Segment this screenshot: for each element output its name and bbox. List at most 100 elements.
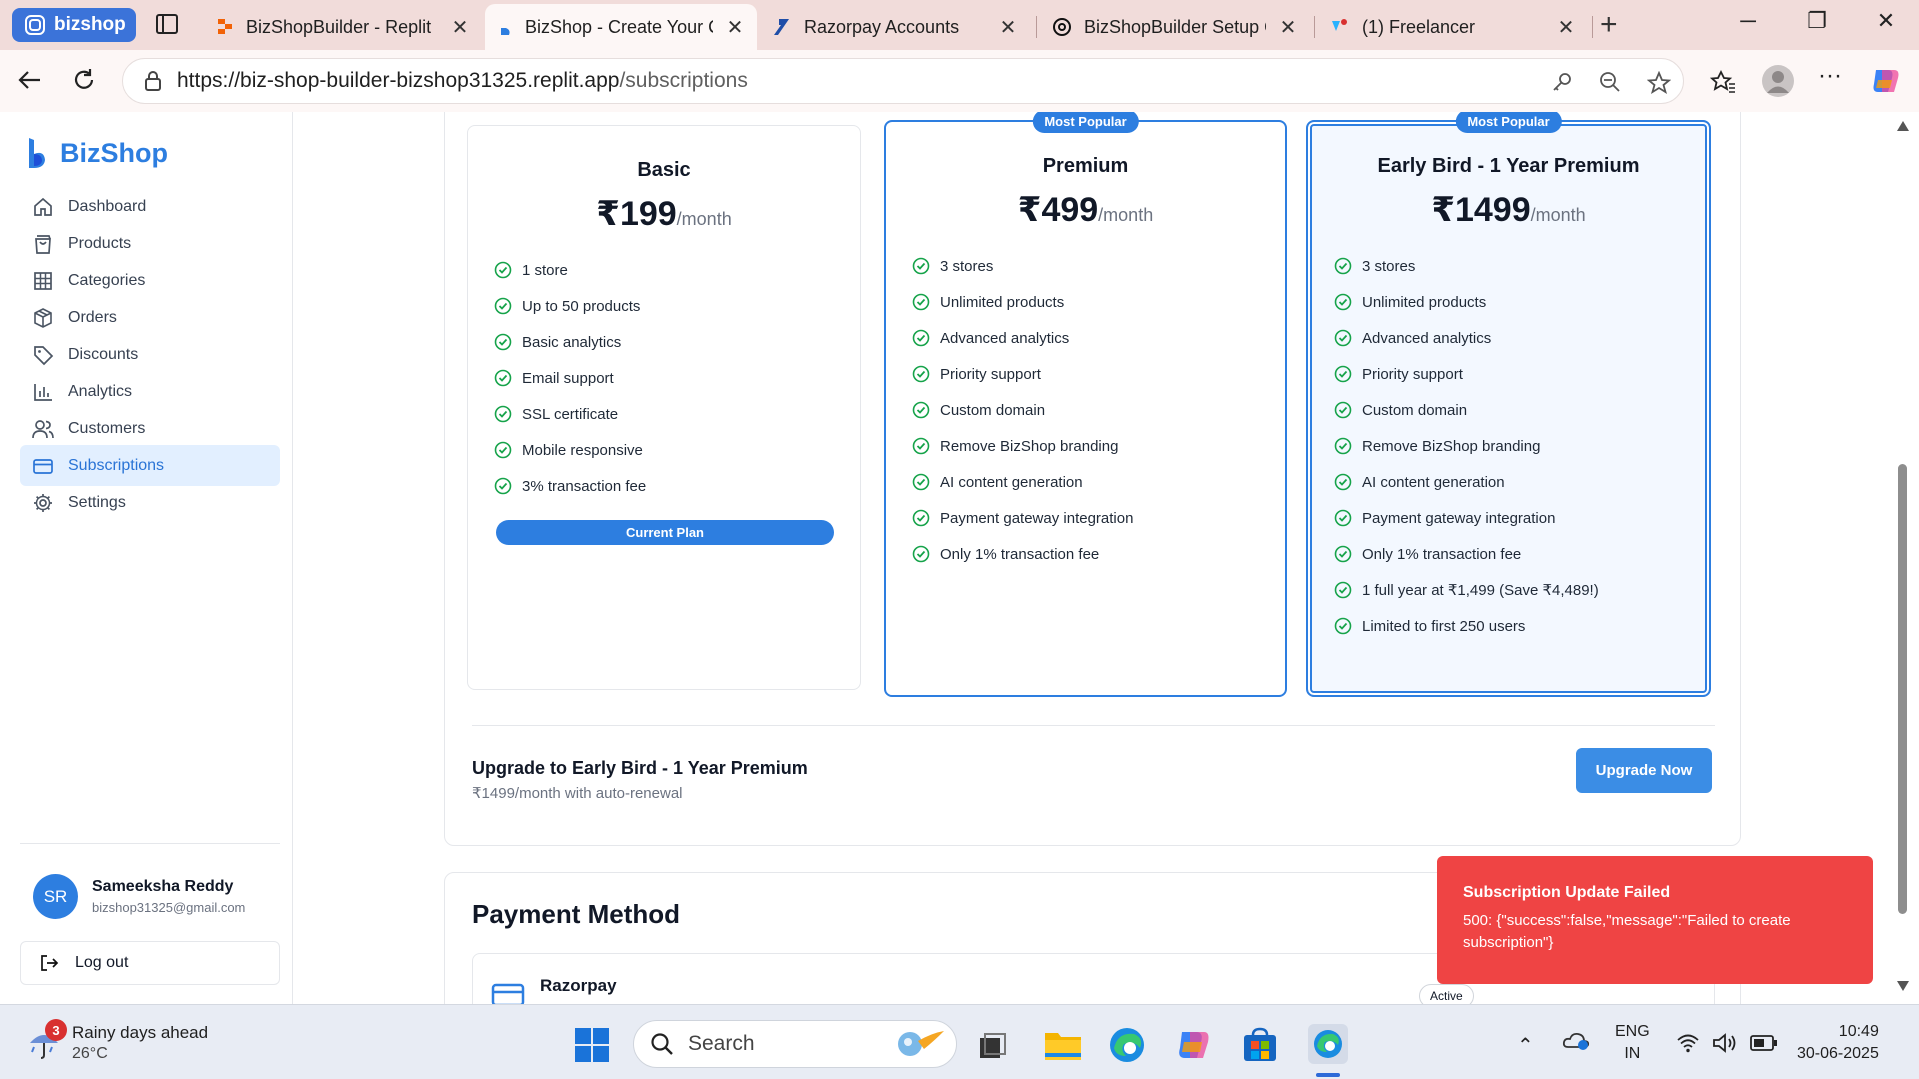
price-amount: ₹1499	[1431, 191, 1531, 229]
sidebar-item-analytics[interactable]: Analytics	[20, 371, 280, 412]
plan-card-premium[interactable]: Most Popular Premium ₹499/month 3 stores…	[884, 112, 1287, 697]
sidebar-item-customers[interactable]: Customers	[20, 408, 280, 449]
close-icon[interactable]: ✕	[450, 15, 470, 40]
onedrive-icon[interactable]	[1562, 1029, 1590, 1051]
feature-text: Up to 50 products	[522, 297, 641, 315]
feature-item: SSL certificate	[494, 396, 860, 432]
sidebar-item-discounts[interactable]: Discounts	[20, 334, 280, 375]
check-circle-icon	[912, 437, 930, 455]
logout-label: Log out	[75, 954, 129, 971]
check-circle-icon	[494, 441, 512, 459]
upgrade-now-button[interactable]: Upgrade Now	[1576, 748, 1712, 793]
price-amount: ₹199	[596, 195, 677, 233]
zoom-out-icon[interactable]	[1599, 71, 1621, 93]
feature-item: Email support	[494, 360, 860, 396]
new-tab-button[interactable]: +	[1600, 8, 1618, 42]
shopping-bag-icon	[35, 234, 51, 254]
feature-text: 3 stores	[940, 257, 994, 275]
sidebar-item-dashboard[interactable]: Dashboard	[20, 186, 280, 227]
error-toast[interactable]: Subscription Update Failed 500: {"succes…	[1437, 856, 1873, 984]
profile-button[interactable]: bizshop	[12, 8, 136, 42]
tab-razorpay[interactable]: Razorpay Accounts ✕	[760, 4, 1030, 50]
feature-item: Payment gateway integration	[912, 500, 1285, 536]
chatgpt-favicon-icon	[1053, 18, 1071, 36]
feature-item: Mobile responsive	[494, 432, 860, 468]
close-window-button[interactable]: ✕	[1866, 8, 1906, 34]
scroll-down-arrow-icon[interactable]	[1896, 980, 1910, 992]
profile-avatar-icon[interactable]	[1761, 64, 1795, 98]
sidebar-item-label: Products	[68, 234, 132, 252]
plan-card-early-bird[interactable]: Most Popular Early Bird - 1 Year Premium…	[1306, 112, 1711, 697]
feature-item: 3 stores	[912, 248, 1285, 284]
feature-item: Only 1% transaction fee	[1334, 536, 1709, 572]
copilot-app-icon[interactable]	[1174, 1026, 1212, 1064]
edge-browser-icon[interactable]	[1108, 1026, 1146, 1064]
sidebar-item-orders[interactable]: Orders	[20, 297, 280, 338]
task-view-icon[interactable]	[978, 1032, 1008, 1060]
sidebar-item-subscriptions[interactable]: Subscriptions	[20, 445, 280, 486]
browser-tab-bar: bizshop BizShopBuilder - Replit ✕ BizSho…	[0, 0, 1919, 50]
feature-text: Advanced analytics	[940, 329, 1070, 347]
brand-logo[interactable]: BizShop	[26, 136, 168, 170]
close-icon[interactable]: ✕	[998, 15, 1018, 40]
check-circle-icon	[494, 477, 512, 495]
restore-button[interactable]: ❐	[1797, 8, 1837, 34]
check-circle-icon	[1334, 329, 1352, 347]
tab-freelancer[interactable]: (1) Freelancer ✕	[1318, 4, 1588, 50]
wifi-icon[interactable]	[1676, 1033, 1700, 1053]
price-amount: ₹499	[1017, 191, 1099, 229]
more-menu-icon[interactable]: ···	[1818, 62, 1842, 90]
back-arrow-icon[interactable]	[16, 66, 44, 94]
toast-title: Subscription Update Failed	[1463, 884, 1671, 901]
favorite-star-icon[interactable]	[1647, 71, 1671, 95]
battery-icon[interactable]	[1750, 1035, 1778, 1051]
system-clock[interactable]: 10:49 30-06-2025	[1797, 1021, 1879, 1065]
check-circle-icon	[912, 329, 930, 347]
scrollbar-thumb[interactable]	[1898, 464, 1907, 914]
windows-start-icon[interactable]	[574, 1027, 610, 1063]
tab-replit[interactable]: BizShopBuilder - Replit ✕	[204, 4, 482, 50]
copilot-icon[interactable]	[1868, 64, 1902, 98]
sidebar-item-label: Categories	[68, 271, 146, 289]
bizshop-favicon-icon	[501, 19, 510, 35]
edge-active-app-icon[interactable]	[1308, 1024, 1348, 1064]
sidebar-item-settings[interactable]: Settings	[20, 482, 280, 523]
feature-item: AI content generation	[912, 464, 1285, 500]
tab-chatgpt[interactable]: BizShopBuilder Setup G ✕	[1040, 4, 1310, 50]
feature-list: 3 stores Unlimited products Advanced ana…	[912, 248, 1285, 572]
feature-text: Limited to first 250 users	[1362, 617, 1526, 635]
check-circle-icon	[1334, 581, 1352, 599]
language-indicator[interactable]: ENG IN	[1615, 1021, 1650, 1065]
feature-list: 1 store Up to 50 products Basic analytic…	[494, 252, 860, 504]
microsoft-store-icon[interactable]	[1242, 1027, 1278, 1063]
file-explorer-icon[interactable]	[1044, 1029, 1082, 1061]
tab-actions-icon[interactable]	[155, 12, 179, 36]
current-plan-button[interactable]: Current Plan	[496, 520, 834, 545]
close-icon[interactable]: ✕	[1278, 15, 1298, 40]
refresh-icon[interactable]	[70, 66, 98, 94]
feature-item: Remove BizShop branding	[1334, 428, 1709, 464]
scroll-up-arrow-icon[interactable]	[1896, 120, 1910, 132]
feature-text: AI content generation	[1362, 473, 1505, 491]
logout-button[interactable]: Log out	[20, 941, 280, 985]
close-icon[interactable]: ✕	[725, 15, 745, 40]
user-profile[interactable]: SR Sameeksha Reddy bizshop31325@gmail.co…	[33, 874, 245, 919]
address-bar[interactable]: https://biz-shop-builder-bizshop31325.re…	[122, 58, 1684, 104]
favorites-icon[interactable]	[1710, 70, 1736, 94]
taskbar-search-input[interactable]: Search	[633, 1020, 957, 1068]
lock-icon[interactable]	[143, 70, 163, 92]
check-circle-icon	[494, 369, 512, 387]
volume-icon[interactable]	[1712, 1032, 1738, 1054]
sidebar-item-label: Customers	[68, 419, 146, 437]
tab-bizshop[interactable]: BizShop - Create Your C ✕	[485, 4, 757, 50]
sidebar-item-categories[interactable]: Categories	[20, 260, 280, 301]
tab-separator	[1314, 16, 1315, 38]
sidebar-item-products[interactable]: Products	[20, 223, 280, 264]
chevron-up-icon[interactable]: ⌃	[1517, 1033, 1534, 1058]
minimize-button[interactable]: ─	[1728, 8, 1768, 34]
key-icon[interactable]	[1551, 71, 1573, 93]
feature-text: 3 stores	[1362, 257, 1416, 275]
check-circle-icon	[494, 297, 512, 315]
close-icon[interactable]: ✕	[1556, 15, 1576, 40]
tab-title: BizShopBuilder Setup G	[1084, 16, 1266, 37]
